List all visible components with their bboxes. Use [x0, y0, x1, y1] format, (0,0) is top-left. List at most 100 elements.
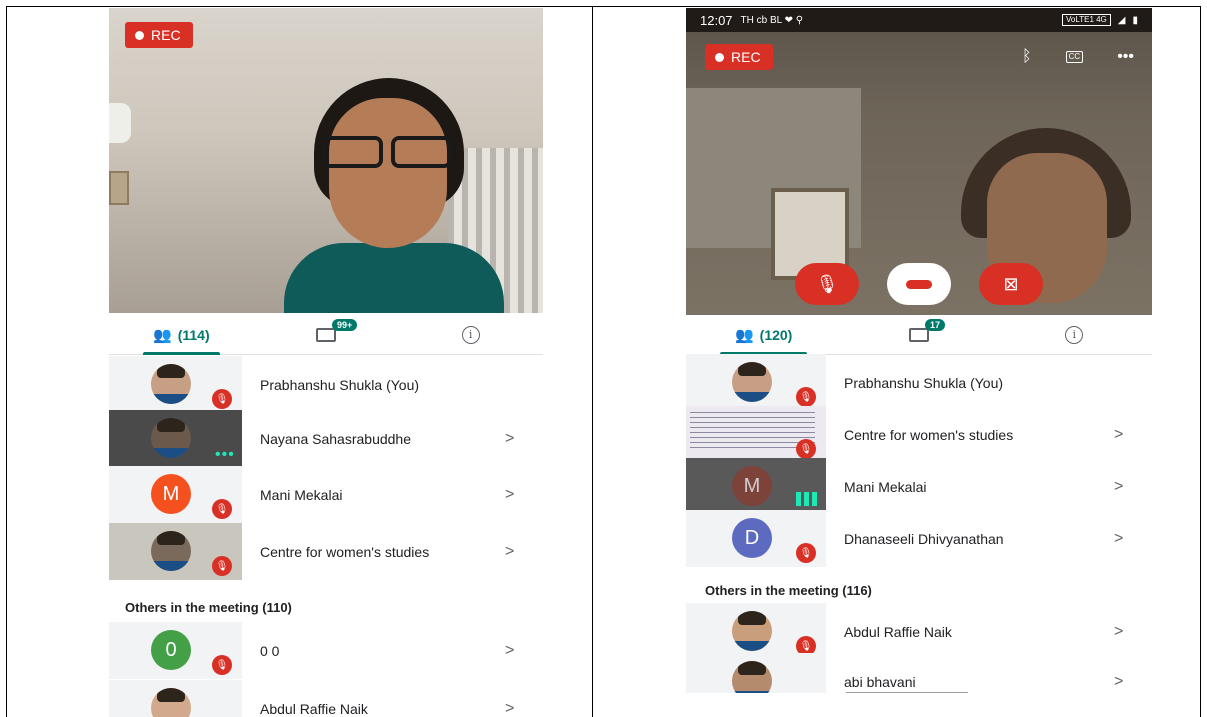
- chevron-right-icon[interactable]: >: [1114, 478, 1152, 496]
- participant-row[interactable]: M 🎙 Mani Mekalai >: [109, 466, 543, 523]
- recording-badge: REC: [125, 22, 193, 48]
- chevron-right-icon[interactable]: >: [505, 700, 543, 717]
- record-dot-icon: [135, 30, 144, 40]
- camera-off-icon: ⊠: [1003, 273, 1019, 294]
- avatar: [732, 611, 772, 651]
- participant-row[interactable]: D 🎙 Dhanaseeli Dhivyanathan >: [686, 510, 1152, 567]
- people-count: (120): [759, 326, 793, 343]
- recording-label: REC: [731, 49, 761, 65]
- chevron-right-icon[interactable]: >: [1114, 673, 1152, 691]
- participant-thumbnail: 🎙: [109, 523, 242, 580]
- chevron-right-icon[interactable]: >: [1114, 530, 1152, 548]
- list-item[interactable]: abi bhavani >: [686, 653, 1152, 693]
- chat-badge: 17: [924, 318, 945, 331]
- tab-people[interactable]: 👥 (120): [686, 315, 841, 355]
- avatar: M: [151, 474, 191, 514]
- tab-people[interactable]: 👥 (114): [109, 315, 254, 355]
- list-item[interactable]: 🎙 Abdul Raffie Naik >: [686, 603, 1152, 660]
- chevron-right-icon[interactable]: >: [505, 642, 543, 660]
- chevron-right-icon[interactable]: >: [505, 430, 543, 448]
- chevron-right-icon[interactable]: >: [1114, 426, 1152, 444]
- participant-row[interactable]: 🎙 Centre for women's studies >: [686, 406, 1152, 463]
- video-top-actions: ᛒ CC •••: [1022, 48, 1134, 66]
- participant-row[interactable]: 🎙 Prabhanshu Shukla (You): [109, 356, 543, 413]
- participant-name: Dhanaseeli Dhivyanathan: [844, 530, 1004, 547]
- more-icon[interactable]: •••: [1117, 48, 1134, 66]
- table-border-top: [6, 6, 1201, 7]
- battery-icon: ▮: [1132, 14, 1138, 26]
- chevron-right-icon[interactable]: >: [1114, 623, 1152, 641]
- participant-name: Centre for women's studies: [844, 426, 1014, 443]
- chevron-right-icon[interactable]: >: [505, 486, 543, 504]
- status-right-icons: VoLTE1 4G ◢ ▮: [1062, 14, 1138, 26]
- chevron-right-icon[interactable]: >: [505, 543, 543, 561]
- avatar: [151, 531, 191, 571]
- status-notification-icons: TH cb BL ❤ ⚲: [740, 14, 804, 26]
- others-header: Others in the meeting (110): [125, 600, 292, 615]
- participant-thumbnail: 0 🎙: [109, 622, 242, 679]
- hangup-icon: [906, 279, 932, 289]
- list-item[interactable]: Abdul Raffie Naik >: [109, 680, 543, 717]
- audio-level-icon: [796, 490, 820, 506]
- participant-thumbnail: 🎙: [686, 406, 826, 463]
- mic-toggle-button[interactable]: 🎙: [795, 263, 859, 305]
- participant-thumbnail: 🎙: [686, 354, 826, 411]
- tab-chat[interactable]: 17: [841, 315, 996, 354]
- chat-badge: 99+: [332, 318, 358, 331]
- participant-thumbnail: 🎙: [686, 603, 826, 660]
- mic-off-icon: 🎙: [212, 499, 232, 519]
- panel-tabs: 👥 (114) 99+ i: [109, 315, 543, 355]
- table-border-middle: [592, 6, 593, 717]
- participant-name: Abdul Raffie Naik: [844, 623, 952, 640]
- status-time: 12:07: [700, 12, 733, 28]
- left-meet-screenshot: REC 👥 (114) 99+ i 🎙 Prabhanshu Shukla (Y…: [109, 8, 543, 717]
- scroll-indicator: [846, 692, 968, 693]
- participant-thumbnail: M 🎙: [109, 466, 242, 523]
- avatar: [151, 418, 191, 458]
- people-count: (114): [177, 326, 210, 343]
- tab-info[interactable]: i: [997, 315, 1152, 354]
- camera-toggle-button[interactable]: ⊠: [979, 263, 1043, 305]
- mic-off-icon: 🎙: [796, 439, 816, 459]
- speaker-glasses: [322, 136, 452, 168]
- participant-name: Nayana Sahasrabuddhe: [260, 430, 412, 447]
- others-header: Others in the meeting (116): [705, 583, 872, 598]
- speaker-video[interactable]: REC: [109, 8, 543, 313]
- captions-icon[interactable]: CC: [1065, 51, 1084, 63]
- tab-info[interactable]: i: [398, 315, 543, 354]
- status-bar: 12:07 TH cb BL ❤ ⚲ VoLTE1 4G ◢ ▮: [686, 8, 1152, 32]
- speaker-person: [284, 78, 504, 313]
- speaker-video[interactable]: 12:07 TH cb BL ❤ ⚲ VoLTE1 4G ◢ ▮ REC ᛒ C…: [686, 8, 1152, 315]
- hangup-button[interactable]: [887, 263, 951, 305]
- participant-thumbnail: [686, 653, 826, 693]
- participant-row[interactable]: ••• Nayana Sahasrabuddhe >: [109, 410, 543, 467]
- signal-icon: ◢: [1117, 14, 1126, 26]
- participant-row[interactable]: M Mani Mekalai >: [686, 458, 1152, 515]
- participant-row[interactable]: 🎙 Centre for women's studies >: [109, 523, 543, 580]
- avatar: [151, 688, 191, 717]
- bluetooth-icon[interactable]: ᛒ: [1022, 48, 1032, 66]
- participant-name: Mani Mekalai: [844, 478, 927, 495]
- table-border-left: [6, 6, 7, 717]
- avatar: [732, 661, 772, 693]
- table-border-right: [1200, 6, 1201, 717]
- wall-picture: [109, 171, 129, 205]
- speaker-body: [284, 243, 504, 313]
- mic-off-icon: 🎙: [212, 556, 232, 576]
- participant-row[interactable]: 🎙 Prabhanshu Shukla (You): [686, 354, 1152, 411]
- list-item[interactable]: 0 🎙 0 0 >: [109, 622, 543, 679]
- participant-name: 0 0: [260, 642, 280, 659]
- avatar: M: [732, 466, 772, 506]
- tab-chat[interactable]: 99+: [254, 315, 399, 354]
- recording-label: REC: [151, 27, 181, 43]
- participant-name: Centre for women's studies: [260, 543, 430, 560]
- participant-name: Mani Mekalai: [260, 486, 343, 503]
- chat-icon: 99+: [316, 318, 358, 342]
- info-icon: i: [461, 325, 480, 344]
- record-dot-icon: [715, 52, 724, 62]
- recording-badge: REC: [705, 44, 773, 70]
- mic-off-icon: 🎙: [815, 273, 839, 294]
- avatar: D: [732, 518, 772, 558]
- avatar: [151, 364, 191, 404]
- participant-thumbnail: M: [686, 458, 826, 515]
